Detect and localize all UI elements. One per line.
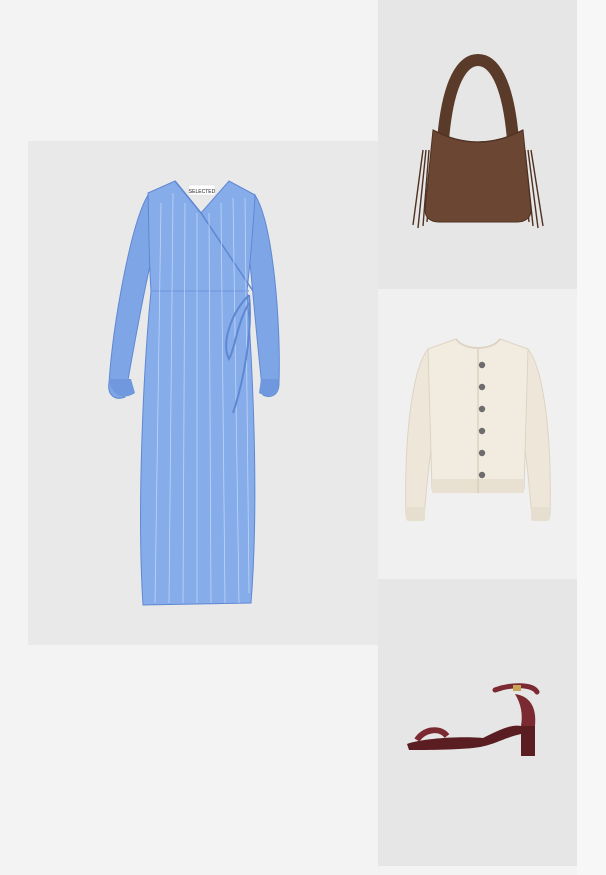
product-tile-bag[interactable] (378, 0, 577, 289)
product-tile-cardigan[interactable] (378, 289, 577, 579)
cream-boucle-cardigan-icon (404, 338, 551, 521)
product-tile-sandal[interactable] (378, 579, 577, 866)
dress-label-tag: SELECTED (189, 189, 216, 195)
right-edge-strip (577, 0, 606, 875)
product-tile-dress[interactable]: SELECTED (28, 141, 378, 645)
blue-wrap-dress-icon: SELECTED (108, 180, 280, 606)
brown-suede-fringe-bag-icon (411, 53, 544, 228)
burgundy-block-heel-sandal-icon (406, 682, 539, 756)
